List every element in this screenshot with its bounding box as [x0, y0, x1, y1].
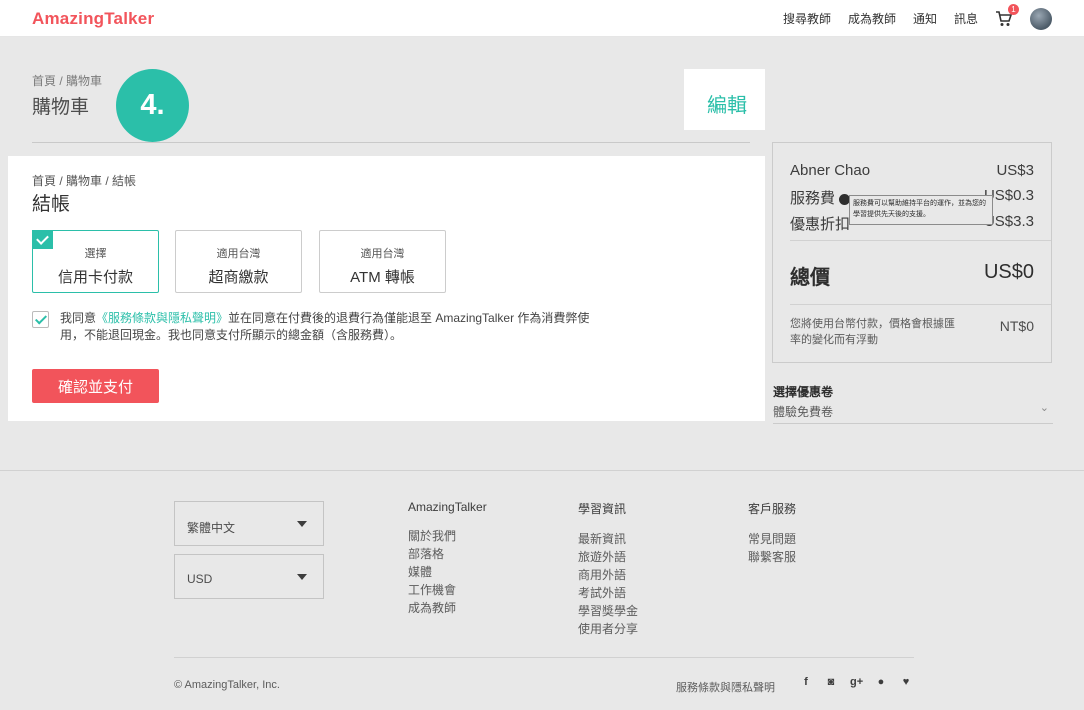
terms-privacy-link[interactable]: 《服務條款與隱私聲明》 — [96, 311, 228, 325]
teacher-name: Abner Chao — [790, 162, 871, 179]
footer-link[interactable]: 媒體 — [408, 563, 487, 581]
confirm-pay-button[interactable]: 確認並支付 — [32, 369, 159, 403]
checkout-panel: 首頁 / 購物車 / 結帳 結帳 選擇 信用卡付款 適用台灣 超商繳款 適用台灣… — [8, 156, 765, 421]
footer-link[interactable]: 學習獎學金 — [578, 602, 638, 620]
top-nav: 搜尋教師 成為教師 通知 訊息 1 — [783, 0, 1052, 37]
nav-messages[interactable]: 訊息 — [954, 10, 978, 27]
pay-option-convenience-store[interactable]: 適用台灣 超商繳款 — [175, 230, 302, 293]
step-number-badge: 4. — [116, 69, 189, 142]
footer-col-company: AmazingTalker 關於我們 部落格 媒體 工作機會 成為教師 — [408, 500, 487, 617]
nav-notifications[interactable]: 通知 — [913, 10, 937, 27]
footer-link[interactable]: 考試外語 — [578, 584, 638, 602]
pay-option-label: 信用卡付款 — [57, 269, 133, 286]
footer-link[interactable]: 最新資訊 — [578, 530, 638, 548]
messenger-icon[interactable]: ● — [875, 676, 887, 688]
footer-link[interactable]: 關於我們 — [408, 527, 487, 545]
currency-note: 您將使用台幣付款，價格會根據匯率的變化而有浮動 — [790, 318, 955, 346]
coupon-select[interactable]: 體驗免費卷 ⌄ — [773, 402, 1053, 424]
twitter-icon[interactable]: ♥ — [900, 676, 912, 688]
total-label: 總價 — [790, 267, 830, 289]
footer-link[interactable]: 旅遊外語 — [578, 548, 638, 566]
social-links: f ◙ g+ ● ♥ — [800, 676, 912, 688]
footer: 繁體中文 USD AmazingTalker 關於我們 部落格 媒體 工作機會 … — [0, 470, 1084, 710]
top-header: AmazingTalker 搜尋教師 成為教師 通知 訊息 1 — [0, 0, 1084, 37]
agree-checkbox[interactable] — [32, 311, 49, 328]
cart-page-title: 購物車 — [32, 97, 90, 118]
footer-link[interactable]: 工作機會 — [408, 581, 487, 599]
summary-total-row: 總價 US$0 — [790, 261, 1034, 290]
google-plus-icon[interactable]: g+ — [850, 676, 863, 688]
language-select[interactable]: 繁體中文 — [174, 501, 324, 546]
agree-text: 我同意《服務條款與隱私聲明》並在同意在付費後的退費行為僅能退至 AmazingT… — [60, 310, 600, 344]
terms-link[interactable]: 服務條款與隱私聲明 — [676, 679, 775, 695]
language-value: 繁體中文 — [187, 521, 236, 535]
divider — [32, 142, 750, 143]
coupon-selected: 體驗免費卷 — [773, 405, 834, 419]
discount-label: 優惠折扣 — [790, 216, 851, 233]
edit-box: 編輯 — [684, 69, 765, 130]
site-logo[interactable]: AmazingTalker — [32, 9, 154, 29]
footer-col-support: 客戶服務 常見問題 聯繫客服 — [748, 500, 796, 566]
caret-down-icon — [297, 574, 307, 580]
nav-become-teacher[interactable]: 成為教師 — [848, 10, 896, 27]
pay-option-credit-card[interactable]: 選擇 信用卡付款 — [32, 230, 159, 293]
ntd-total: NT$0 — [999, 318, 1034, 334]
pay-option-label: 超商繳款 — [208, 269, 269, 286]
footer-link[interactable]: 聯繫客服 — [748, 548, 796, 566]
service-fee-label: 服務費 — [790, 190, 836, 207]
caret-down-icon — [297, 521, 307, 527]
user-avatar[interactable] — [1030, 7, 1052, 30]
chevron-down-icon: ⌄ — [1039, 402, 1049, 414]
instagram-icon[interactable]: ◙ — [825, 676, 837, 688]
footer-link[interactable]: 使用者分享 — [578, 620, 638, 638]
currency-value: USD — [187, 572, 213, 586]
divider — [174, 657, 914, 658]
footer-col-title: AmazingTalker — [408, 500, 487, 514]
pay-option-subtitle: 適用台灣 — [360, 248, 405, 260]
pay-option-subtitle: 適用台灣 — [216, 248, 261, 260]
total-value: US$0 — [983, 261, 1034, 283]
footer-link[interactable]: 成為教師 — [408, 599, 487, 617]
facebook-icon[interactable]: f — [800, 676, 812, 688]
cart-count-badge: 1 — [1008, 3, 1019, 15]
footer-col-title: 學習資訊 — [578, 502, 627, 516]
footer-col-title: 客戶服務 — [748, 502, 797, 516]
copyright: © AmazingTalker, Inc. — [174, 679, 280, 691]
footer-link[interactable]: 商用外語 — [578, 566, 638, 584]
footer-link[interactable]: 常見問題 — [748, 530, 796, 548]
coupon-label: 選擇優惠卷 — [773, 385, 834, 399]
footer-col-learning: 學習資訊 最新資訊 旅遊外語 商用外語 考試外語 學習獎學金 使用者分享 — [578, 500, 638, 638]
footer-link[interactable]: 部落格 — [408, 545, 487, 563]
teacher-price: US$3 — [996, 162, 1034, 179]
service-fee-tooltip: 服務費可以幫助維持平台的運作，並為您的學習提供先天後的支援。 — [849, 195, 993, 225]
divider — [790, 240, 1051, 241]
currency-select[interactable]: USD — [174, 554, 324, 599]
cart-breadcrumb: 首頁 / 購物車 — [32, 74, 103, 88]
divider — [790, 304, 1051, 305]
agree-prefix: 我同意 — [60, 311, 97, 325]
order-summary: Abner Chao US$3 服務費 US$0.3 優惠折扣 -US$3.3 … — [772, 142, 1052, 363]
nav-search-teachers[interactable]: 搜尋教師 — [783, 10, 831, 27]
pay-option-atm[interactable]: 適用台灣 ATM 轉帳 — [319, 230, 446, 293]
pay-option-label: ATM 轉帳 — [350, 269, 415, 286]
selected-check-icon — [32, 230, 53, 249]
summary-teacher-row: Abner Chao US$3 — [790, 162, 1034, 179]
edit-button[interactable]: 編輯 — [707, 89, 747, 118]
checkout-breadcrumb: 首頁 / 購物車 / 結帳 — [32, 174, 137, 188]
checkout-title: 結帳 — [32, 194, 71, 215]
cart-icon[interactable]: 1 — [995, 3, 1019, 28]
